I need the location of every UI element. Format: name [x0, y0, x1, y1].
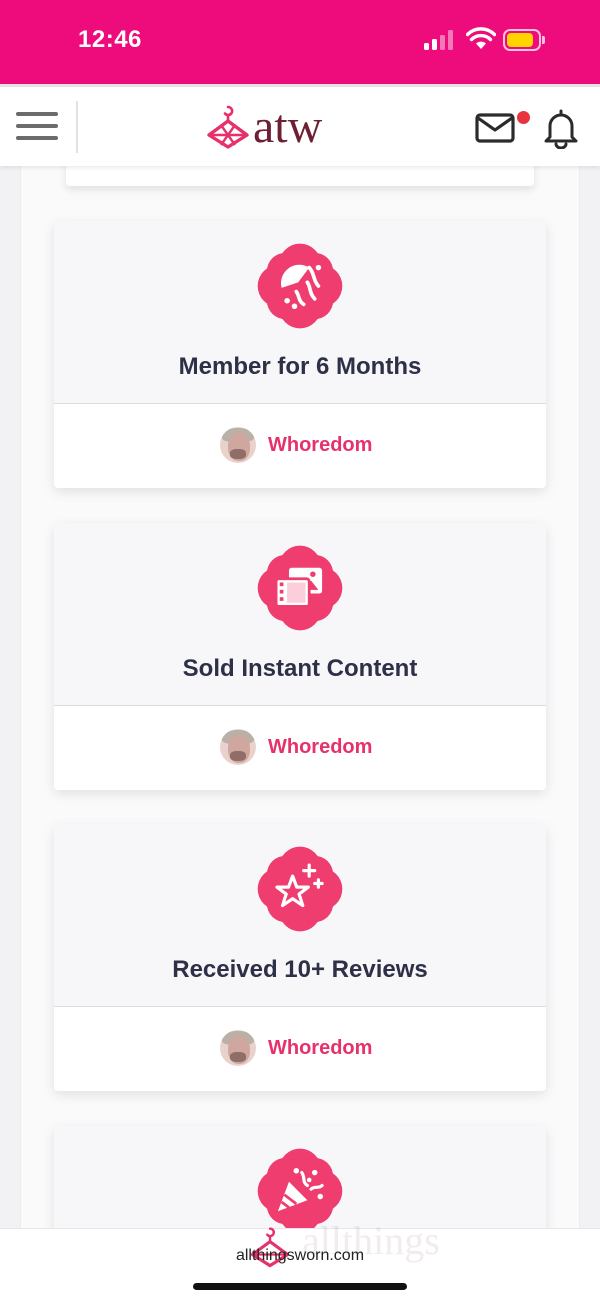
browser-url-bar[interactable]: allthings allthingsworn.com [0, 1218, 600, 1300]
badge-title: Member for 6 Months [178, 353, 422, 380]
cellular-signal-icon [424, 30, 456, 50]
badge-header: Member for 6 Months [54, 221, 546, 404]
previous-badge-card [66, 166, 534, 186]
battery-icon [503, 29, 545, 51]
badge-title: Received 10+ Reviews [172, 956, 428, 983]
hamburger-menu-button[interactable] [16, 109, 58, 143]
badge-card [54, 1126, 546, 1228]
badge-card: Member for 6 Months Whoredom [54, 221, 546, 488]
badge-card: Received 10+ Reviews Whoredom [54, 824, 546, 1091]
avatar [220, 1030, 256, 1066]
badge-title: Sold Instant Content [182, 655, 418, 682]
user-profile-link[interactable]: Whoredom [220, 1029, 372, 1067]
logo-text: atw [253, 100, 323, 153]
username: Whoredom [268, 433, 373, 456]
star-sparkle-icon [257, 846, 343, 932]
home-indicator[interactable] [193, 1283, 407, 1290]
user-profile-link[interactable]: Whoredom [220, 728, 372, 766]
header-divider [76, 101, 78, 153]
user-profile-link[interactable]: Whoredom [220, 426, 372, 464]
badge-footer: Whoredom [54, 1007, 546, 1089]
badge-header: Sold Instant Content [54, 523, 546, 706]
badge-footer: Whoredom [54, 404, 546, 486]
badge-header [54, 1126, 546, 1228]
bell-icon[interactable] [541, 107, 581, 149]
hanger-logo-icon [207, 105, 249, 149]
badge-header: Received 10+ Reviews [54, 824, 546, 1007]
confetti-moon-icon [257, 243, 343, 329]
party-popper-icon [257, 1148, 343, 1228]
media-gallery-icon [257, 545, 343, 631]
badge-card: Sold Instant Content Whoredom [54, 523, 546, 790]
status-time: 12:46 [78, 26, 142, 53]
site-logo[interactable]: atw [205, 99, 355, 155]
unread-indicator [517, 111, 530, 124]
badges-feed[interactable]: Member for 6 Months Whoredom Sold Instan… [0, 166, 600, 1228]
avatar [220, 729, 256, 765]
wifi-icon [466, 27, 496, 49]
username: Whoredom [268, 735, 373, 758]
badge-footer: Whoredom [54, 706, 546, 788]
username: Whoredom [268, 1036, 373, 1059]
app-header: atw [0, 84, 600, 166]
avatar [220, 427, 256, 463]
status-bar: 12:46 [0, 0, 600, 84]
url-text[interactable]: allthingsworn.com [0, 1247, 600, 1265]
